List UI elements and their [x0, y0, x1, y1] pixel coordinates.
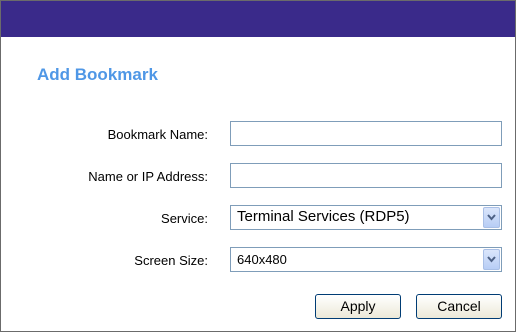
- chevron-down-icon[interactable]: [483, 249, 500, 270]
- service-select[interactable]: Terminal Services (RDP5): [230, 205, 502, 230]
- screen-size-selected-value: 640x480: [237, 252, 287, 267]
- dialog-titlebar[interactable]: [1, 1, 515, 37]
- service-label: Service:: [161, 211, 208, 226]
- service-selected-value: Terminal Services (RDP5): [237, 208, 410, 225]
- apply-button[interactable]: Apply: [315, 294, 401, 319]
- bookmark-name-label: Bookmark Name:: [107, 127, 208, 142]
- add-bookmark-dialog: Add Bookmark Bookmark Name: Name or IP A…: [0, 0, 516, 332]
- dialog-heading: Add Bookmark: [37, 65, 158, 84]
- chevron-down-icon[interactable]: [483, 207, 500, 228]
- screen-size-select[interactable]: 640x480: [230, 247, 502, 272]
- cancel-button[interactable]: Cancel: [416, 294, 502, 319]
- address-input[interactable]: [230, 163, 502, 188]
- screen-size-label: Screen Size:: [134, 253, 208, 268]
- bookmark-name-input[interactable]: [230, 121, 502, 146]
- address-label: Name or IP Address:: [88, 169, 208, 184]
